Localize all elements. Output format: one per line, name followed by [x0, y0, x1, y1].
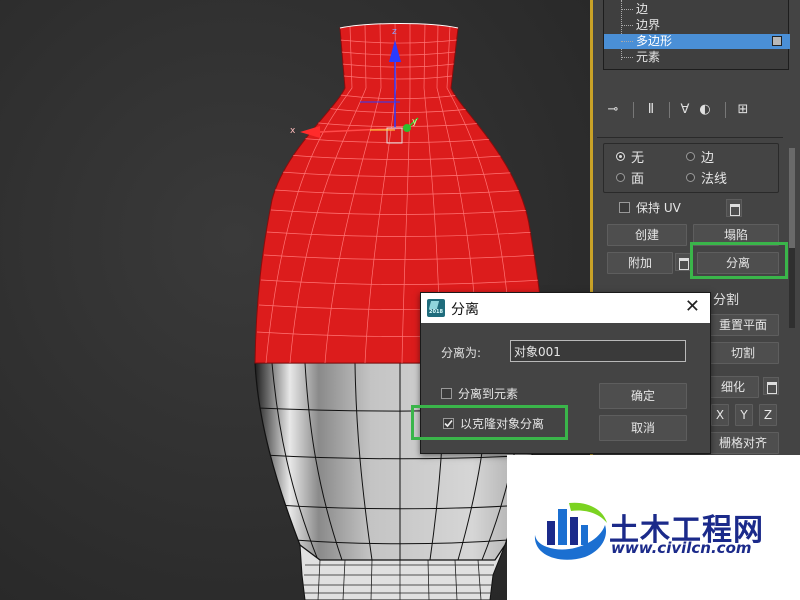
funnel-icon[interactable]: ∀	[675, 100, 695, 120]
tree-item-polygon[interactable]: 多边形	[604, 34, 790, 49]
detach-button-highlight	[690, 242, 788, 279]
radio-dot	[686, 152, 695, 161]
tree-item-label: 边	[636, 2, 649, 16]
split-label: 分割	[713, 293, 740, 308]
pin-icon[interactable]: ⊸	[603, 100, 623, 120]
refine-settings-button[interactable]	[763, 377, 779, 395]
radio-edge[interactable]: 边	[686, 147, 714, 166]
divider	[725, 102, 726, 118]
dialog-titlebar[interactable]: 2018 分离 ✕	[421, 293, 710, 323]
radio-label: 法线	[701, 172, 728, 187]
y-align-button[interactable]: Y	[735, 404, 753, 426]
checkbox-box	[619, 202, 630, 213]
detach-dialog: 2018 分离 ✕ 分离为: 分离到元素 以克隆对象分离 确定 取消	[411, 292, 711, 454]
watermark-url: www.civilcn.com	[611, 539, 752, 557]
radio-dot	[616, 173, 625, 182]
tree-item-label: 多边形	[636, 34, 673, 48]
radio-normal[interactable]: 法线	[686, 168, 727, 187]
svg-text:x: x	[290, 126, 296, 136]
z-align-button[interactable]: Z	[759, 404, 777, 426]
to-element-checkbox[interactable]: 分离到元素	[441, 385, 518, 402]
svg-text:z: z	[392, 27, 397, 37]
panel-scrollbar[interactable]	[789, 148, 795, 328]
tree-item-label: 元素	[636, 50, 661, 64]
radio-dot	[616, 152, 625, 161]
x-align-button[interactable]: X	[711, 404, 729, 426]
reset-plane-button[interactable]: 重置平面	[707, 314, 779, 336]
tree-item-label: 边界	[636, 18, 661, 32]
divider	[669, 102, 670, 118]
svg-text:y: y	[412, 117, 418, 127]
scrollbar-thumb[interactable]	[789, 148, 795, 248]
radio-face[interactable]: 面	[616, 168, 644, 187]
keep-uv-settings-button[interactable]	[726, 199, 742, 217]
radio-label: 面	[631, 172, 645, 187]
pipe-icon[interactable]: Ⅱ	[641, 100, 661, 120]
radio-label: 边	[701, 151, 715, 166]
ok-button[interactable]: 确定	[599, 383, 687, 409]
selection-mode-group: 无 边 面 法线	[603, 143, 779, 193]
tree-item-border[interactable]: 边界	[604, 18, 790, 33]
tree-item-edge[interactable]: 边	[604, 2, 790, 17]
dialog-title: 分离	[451, 302, 479, 318]
checkbox-box	[441, 388, 452, 399]
attach-settings-button[interactable]	[675, 253, 691, 271]
grid-align-button[interactable]: 栅格对齐	[707, 432, 779, 454]
divider	[633, 102, 634, 118]
modifier-stack-toolbar: ⊸ Ⅱ ∀ ◐ ⊞	[603, 100, 783, 122]
tree-item-element[interactable]: 元素	[604, 50, 790, 65]
detach-as-label: 分离为:	[441, 346, 482, 360]
site-watermark: 土木工程网 www.civilcn.com	[507, 455, 800, 600]
attach-button[interactable]: 附加	[607, 252, 673, 274]
app-icon-version: 2018	[429, 309, 443, 315]
configure-icon[interactable]: ⊞	[733, 100, 753, 120]
radio-dot	[686, 173, 695, 182]
close-icon[interactable]: ✕	[685, 297, 700, 317]
slice-button[interactable]: 切割	[707, 342, 779, 364]
checkbox-label: 分离到元素	[458, 387, 519, 401]
refine-button[interactable]: 细化	[707, 376, 759, 398]
radio-none[interactable]: 无	[616, 147, 644, 166]
civilcn-logo	[534, 502, 607, 560]
detach-as-input[interactable]	[510, 340, 686, 362]
vertex-icon[interactable]: ◐	[695, 100, 715, 120]
radio-label: 无	[631, 151, 645, 166]
divider	[597, 137, 783, 138]
keep-uv-checkbox[interactable]: 保持 UV	[619, 199, 681, 216]
color-swatch	[772, 36, 782, 46]
app-icon: 2018	[427, 299, 445, 317]
cancel-button[interactable]: 取消	[599, 415, 687, 441]
clone-option-highlight	[411, 405, 568, 440]
subobject-tree: 边 边界 多边形 元素	[603, 0, 790, 70]
checkbox-label: 保持 UV	[636, 201, 681, 215]
create-button[interactable]: 创建	[607, 224, 687, 246]
